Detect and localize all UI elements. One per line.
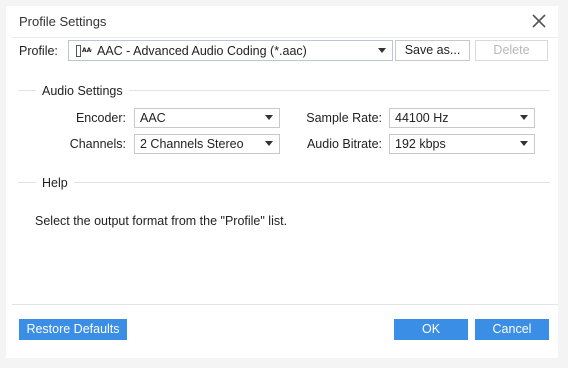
chevron-down-icon — [520, 115, 528, 120]
profile-select[interactable]: AAC AAC - Advanced Audio Coding (*.aac) — [68, 40, 393, 61]
help-divider — [18, 182, 550, 183]
chevron-down-icon — [265, 141, 273, 146]
svg-text:AAC: AAC — [82, 47, 92, 54]
close-icon[interactable] — [530, 12, 548, 30]
delete-button[interactable]: Delete — [475, 40, 548, 61]
save-as-button[interactable]: Save as... — [395, 40, 470, 61]
ok-button[interactable]: OK — [394, 319, 468, 340]
encoder-label: Encoder: — [75, 111, 126, 125]
cancel-button[interactable]: Cancel — [475, 319, 549, 340]
help-text: Select the output format from the "Profi… — [35, 214, 288, 228]
channels-select[interactable]: 2 Channels Stereo — [134, 134, 280, 154]
header-divider — [12, 37, 558, 38]
aac-file-icon: AAC — [76, 45, 96, 57]
footer-divider — [12, 304, 558, 305]
audio-bitrate-value: 192 kbps — [395, 137, 446, 151]
dialog-title: Profile Settings — [19, 14, 107, 29]
chevron-down-icon — [265, 115, 273, 120]
audio-bitrate-select[interactable]: 192 kbps — [389, 134, 535, 154]
channels-value: 2 Channels Stereo — [140, 137, 244, 151]
restore-defaults-button[interactable]: Restore Defaults — [19, 319, 127, 340]
channels-label: Channels: — [69, 137, 126, 151]
profile-label: Profile: — [19, 44, 58, 58]
audio-bitrate-label: Audio Bitrate: — [306, 137, 382, 151]
profile-settings-dialog: Profile Settings Profile: AAC AAC - Adva… — [6, 6, 558, 358]
sample-rate-label: Sample Rate: — [306, 111, 382, 125]
profile-value: AAC - Advanced Audio Coding (*.aac) — [97, 44, 307, 58]
encoder-value: AAC — [140, 111, 166, 125]
audio-settings-title: Audio Settings — [36, 84, 129, 98]
sample-rate-value: 44100 Hz — [395, 111, 449, 125]
chevron-down-icon — [520, 141, 528, 146]
help-title: Help — [36, 176, 74, 190]
chevron-down-icon — [378, 48, 386, 53]
encoder-select[interactable]: AAC — [134, 108, 280, 128]
sample-rate-select[interactable]: 44100 Hz — [389, 108, 535, 128]
